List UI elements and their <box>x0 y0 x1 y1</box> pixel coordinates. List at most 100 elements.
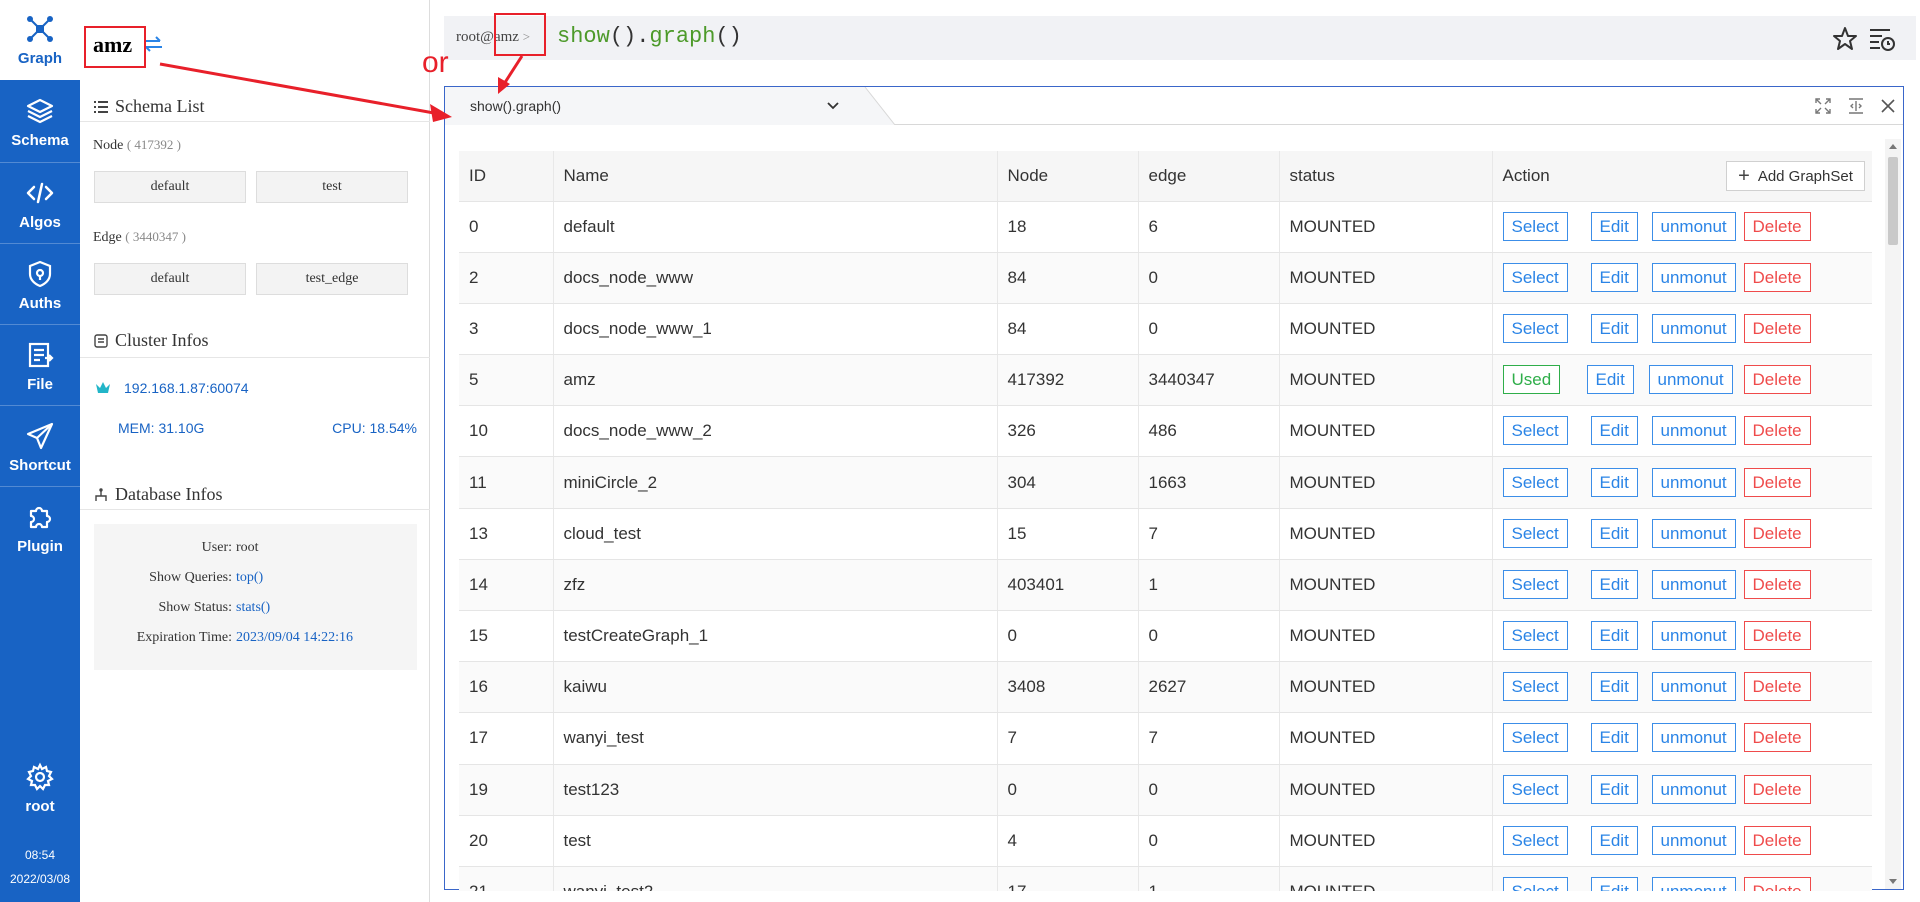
split-view-icon[interactable] <box>1848 98 1864 114</box>
nav-item-graph[interactable]: Graph <box>0 0 80 80</box>
select-button[interactable]: Select <box>1502 569 1568 599</box>
delete-button[interactable]: Delete <box>1743 518 1811 548</box>
add-graphset-button[interactable]: + Add GraphSet <box>1726 161 1865 191</box>
edit-button[interactable]: Edit <box>1590 621 1638 651</box>
select-button[interactable]: Select <box>1502 672 1568 702</box>
edit-button[interactable]: Edit <box>1590 877 1638 891</box>
unmount-button[interactable]: unmonut <box>1651 621 1736 651</box>
nav-item-schema[interactable]: Schema <box>0 82 80 162</box>
node-schema-test[interactable]: test <box>256 171 408 203</box>
show-status-link[interactable]: stats() <box>236 600 270 616</box>
close-icon[interactable] <box>1880 98 1896 114</box>
select-button[interactable]: Select <box>1502 877 1568 891</box>
edge-schema-default[interactable]: default <box>94 263 246 295</box>
chevron-down-icon[interactable] <box>826 100 840 112</box>
server-icon <box>94 333 108 348</box>
delete-button[interactable]: Delete <box>1743 774 1811 804</box>
delete-button[interactable]: Delete <box>1743 416 1811 446</box>
scroll-up-icon[interactable] <box>1889 143 1897 151</box>
unmount-button[interactable]: unmonut <box>1651 262 1736 292</box>
delete-button[interactable]: Delete <box>1743 365 1811 395</box>
star-icon[interactable] <box>1832 26 1858 52</box>
select-button[interactable]: Select <box>1502 825 1568 855</box>
unmount-button[interactable]: unmonut <box>1651 518 1736 548</box>
nav-label: Auths <box>18 294 62 312</box>
edit-button[interactable]: Edit <box>1590 723 1638 753</box>
select-button[interactable]: Select <box>1502 518 1568 548</box>
unmount-button[interactable]: unmonut <box>1651 825 1736 855</box>
unmount-button[interactable]: unmonut <box>1651 774 1736 804</box>
delete-button[interactable]: Delete <box>1743 467 1811 497</box>
unmount-button[interactable]: unmonut <box>1651 416 1736 446</box>
schema-list-title: Schema List <box>115 96 205 116</box>
edit-button[interactable]: Edit <box>1590 672 1638 702</box>
command-input[interactable]: show().graph() <box>557 24 742 49</box>
node-count: ( 417392 ) <box>126 137 181 152</box>
result-tab[interactable]: show().graph() <box>445 87 865 125</box>
cell-name: docs_node_www_1 <box>553 303 998 356</box>
column-header-node[interactable]: Node <box>997 151 1139 202</box>
edge-schema-test-edge[interactable]: test_edge <box>256 263 408 295</box>
fullscreen-icon[interactable] <box>1815 98 1831 114</box>
unmount-button[interactable]: unmonut <box>1651 313 1736 343</box>
edit-button[interactable]: Edit <box>1590 569 1638 599</box>
nav-item-algos[interactable]: Algos <box>0 164 80 244</box>
column-header-edge[interactable]: edge <box>1138 151 1280 202</box>
edit-button[interactable]: Edit <box>1590 467 1638 497</box>
scrollbar-thumb[interactable] <box>1888 157 1898 245</box>
select-button[interactable]: Select <box>1502 313 1568 343</box>
select-button[interactable]: Select <box>1502 416 1568 446</box>
used-button[interactable]: Used <box>1502 365 1561 395</box>
history-icon[interactable] <box>1868 26 1896 52</box>
cell-status: MOUNTED <box>1279 405 1493 458</box>
nav-item-plugin[interactable]: Plugin <box>0 488 80 568</box>
unmount-button[interactable]: unmonut <box>1651 672 1736 702</box>
db-info-key: Show Status: <box>158 600 232 615</box>
edit-button[interactable]: Edit <box>1590 211 1638 241</box>
node-schema-default[interactable]: default <box>94 171 246 203</box>
delete-button[interactable]: Delete <box>1743 825 1811 855</box>
server-row[interactable]: 192.168.1.87:60074 <box>96 380 249 396</box>
delete-button[interactable]: Delete <box>1743 569 1811 599</box>
delete-button[interactable]: Delete <box>1743 211 1811 241</box>
edit-button[interactable]: Edit <box>1586 365 1634 395</box>
delete-button[interactable]: Delete <box>1743 723 1811 753</box>
unmount-button[interactable]: unmonut <box>1651 467 1736 497</box>
unmount-button[interactable]: unmonut <box>1651 877 1736 891</box>
nav-item-auths[interactable]: Auths <box>0 245 80 325</box>
nav-item-file[interactable]: File <box>0 326 80 406</box>
select-button[interactable]: Select <box>1502 211 1568 241</box>
edit-button[interactable]: Edit <box>1590 825 1638 855</box>
send-icon <box>26 422 54 449</box>
edit-button[interactable]: Edit <box>1590 313 1638 343</box>
column-header-name[interactable]: Name <box>553 151 998 202</box>
cell-name: miniCircle_2 <box>553 456 998 509</box>
select-button[interactable]: Select <box>1502 467 1568 497</box>
vertical-scrollbar[interactable] <box>1885 139 1901 889</box>
delete-button[interactable]: Delete <box>1743 262 1811 292</box>
command-bar[interactable]: root@amz > show().graph() <box>444 16 1916 60</box>
column-header-id[interactable]: ID <box>459 151 554 202</box>
delete-button[interactable]: Delete <box>1743 313 1811 343</box>
select-button[interactable]: Select <box>1502 621 1568 651</box>
column-header-status[interactable]: status <box>1279 151 1493 202</box>
delete-button[interactable]: Delete <box>1743 621 1811 651</box>
nav-item-user[interactable]: root <box>0 748 80 828</box>
unmount-button[interactable]: unmonut <box>1651 569 1736 599</box>
edit-button[interactable]: Edit <box>1590 262 1638 292</box>
select-button[interactable]: Select <box>1502 774 1568 804</box>
show-queries-link[interactable]: top() <box>236 570 263 586</box>
unmount-button[interactable]: unmonut <box>1651 211 1736 241</box>
unmount-button[interactable]: unmonut <box>1648 365 1733 395</box>
edit-button[interactable]: Edit <box>1590 416 1638 446</box>
scroll-down-icon[interactable] <box>1889 877 1897 885</box>
list-icon <box>94 100 108 113</box>
unmount-button[interactable]: unmonut <box>1651 723 1736 753</box>
edit-button[interactable]: Edit <box>1590 518 1638 548</box>
delete-button[interactable]: Delete <box>1743 877 1811 891</box>
delete-button[interactable]: Delete <box>1743 672 1811 702</box>
edit-button[interactable]: Edit <box>1590 774 1638 804</box>
nav-item-shortcut[interactable]: Shortcut <box>0 407 80 487</box>
select-button[interactable]: Select <box>1502 723 1568 753</box>
select-button[interactable]: Select <box>1502 262 1568 292</box>
